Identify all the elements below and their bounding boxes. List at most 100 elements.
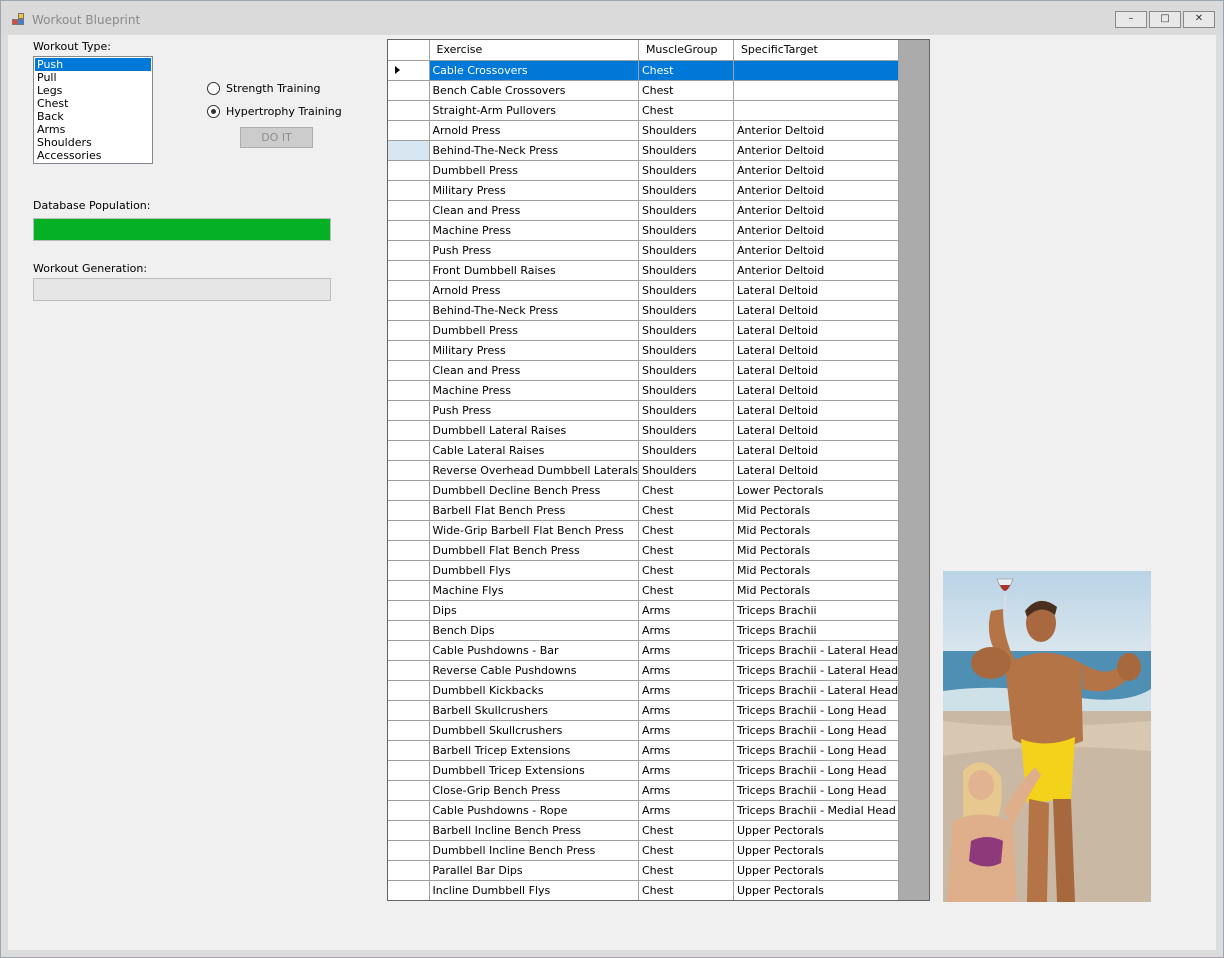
cell-specific-target[interactable]: Lateral Deltoid: [733, 280, 900, 301]
listbox-item[interactable]: Chest: [35, 97, 151, 110]
table-row[interactable]: Cable Pushdowns - Bar Arms Triceps Brachii…: [388, 640, 900, 661]
cell-specific-target[interactable]: Upper Pectorals: [733, 840, 900, 861]
cell-specific-target[interactable]: Anterior Deltoid: [733, 160, 900, 181]
table-row[interactable]: Military Press Shoulders Lateral Deltoid: [388, 340, 900, 361]
cell-specific-target[interactable]: Mid Pectorals: [733, 560, 900, 581]
row-header[interactable]: [388, 580, 430, 601]
row-header[interactable]: [388, 560, 430, 581]
row-header[interactable]: [388, 820, 430, 841]
cell-specific-target[interactable]: Mid Pectorals: [733, 540, 900, 561]
table-row[interactable]: Dumbbell Incline Bench Press Chest Upper P…: [388, 840, 900, 861]
cell-exercise[interactable]: Reverse Overhead Dumbbell Laterals: [429, 460, 639, 481]
hypertrophy-training-radio[interactable]: Hypertrophy Training: [207, 103, 342, 119]
row-header[interactable]: [388, 60, 430, 81]
cell-muscle-group[interactable]: Chest: [638, 520, 734, 541]
cell-specific-target[interactable]: Triceps Brachii - Long Head: [733, 700, 900, 721]
table-row[interactable]: Dumbbell Tricep Extensions Arms Triceps Br…: [388, 760, 900, 781]
table-row[interactable]: Cable Pushdowns - Rope Arms Triceps Brachi…: [388, 800, 900, 821]
row-header[interactable]: [388, 720, 430, 741]
cell-muscle-group[interactable]: Chest: [638, 80, 734, 101]
listbox-item[interactable]: Accessories: [35, 149, 151, 162]
listbox-item[interactable]: Back: [35, 110, 151, 123]
cell-exercise[interactable]: Bench Cable Crossovers: [429, 80, 639, 101]
cell-exercise[interactable]: Cable Pushdowns - Rope: [429, 800, 639, 821]
cell-specific-target[interactable]: Anterior Deltoid: [733, 260, 900, 281]
cell-exercise[interactable]: Parallel Bar Dips: [429, 860, 639, 881]
cell-muscle-group[interactable]: Shoulders: [638, 120, 734, 141]
cell-muscle-group[interactable]: Shoulders: [638, 400, 734, 421]
cell-specific-target[interactable]: Upper Pectorals: [733, 880, 900, 900]
cell-muscle-group[interactable]: Shoulders: [638, 320, 734, 341]
column-header-exercise[interactable]: Exercise: [429, 40, 639, 61]
cell-muscle-group[interactable]: Shoulders: [638, 180, 734, 201]
cell-exercise[interactable]: Arnold Press: [429, 280, 639, 301]
cell-specific-target[interactable]: Triceps Brachii - Lateral Head: [733, 680, 900, 701]
listbox-item[interactable]: Arms: [35, 123, 151, 136]
table-row[interactable]: Machine Press Shoulders Anterior Deltoid: [388, 220, 900, 241]
table-row[interactable]: Dumbbell Decline Bench Press Chest Lower P…: [388, 480, 900, 501]
cell-muscle-group[interactable]: Arms: [638, 740, 734, 761]
cell-muscle-group[interactable]: Chest: [638, 840, 734, 861]
grid-corner-header[interactable]: [388, 40, 430, 61]
table-row[interactable]: Bench Cable Crossovers Chest: [388, 80, 900, 101]
cell-specific-target[interactable]: Anterior Deltoid: [733, 240, 900, 261]
column-header-muscle-group[interactable]: MuscleGroup: [638, 40, 734, 61]
cell-muscle-group[interactable]: Arms: [638, 720, 734, 741]
cell-exercise[interactable]: Front Dumbbell Raises: [429, 260, 639, 281]
cell-specific-target[interactable]: Lateral Deltoid: [733, 320, 900, 341]
cell-muscle-group[interactable]: Shoulders: [638, 340, 734, 361]
row-header[interactable]: [388, 740, 430, 761]
column-header-specific-target[interactable]: SpecificTarget: [733, 40, 900, 61]
cell-muscle-group[interactable]: Shoulders: [638, 460, 734, 481]
cell-exercise[interactable]: Dumbbell Lateral Raises: [429, 420, 639, 441]
cell-muscle-group[interactable]: Shoulders: [638, 380, 734, 401]
row-header[interactable]: [388, 500, 430, 521]
row-header[interactable]: [388, 160, 430, 181]
row-header[interactable]: [388, 840, 430, 861]
row-header[interactable]: [388, 140, 430, 161]
listbox-item[interactable]: Pull: [35, 71, 151, 84]
table-row[interactable]: Behind-The-Neck Press Shoulders Lateral De…: [388, 300, 900, 321]
cell-specific-target[interactable]: [733, 80, 900, 101]
cell-exercise[interactable]: Push Press: [429, 240, 639, 261]
table-row[interactable]: Bench Dips Arms Triceps Brachii: [388, 620, 900, 641]
cell-specific-target[interactable]: Mid Pectorals: [733, 500, 900, 521]
table-row[interactable]: Dumbbell Press Shoulders Anterior Deltoid: [388, 160, 900, 181]
do-it-button[interactable]: DO IT: [240, 127, 313, 148]
cell-muscle-group[interactable]: Shoulders: [638, 360, 734, 381]
cell-specific-target[interactable]: [733, 100, 900, 121]
table-row[interactable]: Dumbbell Press Shoulders Lateral Deltoid: [388, 320, 900, 341]
cell-exercise[interactable]: Barbell Flat Bench Press: [429, 500, 639, 521]
cell-exercise[interactable]: Barbell Tricep Extensions: [429, 740, 639, 761]
cell-specific-target[interactable]: Triceps Brachii - Long Head: [733, 760, 900, 781]
cell-exercise[interactable]: Dumbbell Tricep Extensions: [429, 760, 639, 781]
radio-indicator[interactable]: [207, 104, 220, 118]
cell-exercise[interactable]: Cable Pushdowns - Bar: [429, 640, 639, 661]
row-header[interactable]: [388, 640, 430, 661]
cell-exercise[interactable]: Military Press: [429, 180, 639, 201]
listbox-item[interactable]: Legs: [35, 84, 151, 97]
cell-muscle-group[interactable]: Chest: [638, 480, 734, 501]
cell-specific-target[interactable]: Anterior Deltoid: [733, 220, 900, 241]
table-row[interactable]: Dumbbell Skullcrushers Arms Triceps Brachi…: [388, 720, 900, 741]
cell-exercise[interactable]: Straight-Arm Pullovers: [429, 100, 639, 121]
cell-muscle-group[interactable]: Chest: [638, 880, 734, 900]
cell-exercise[interactable]: Wide-Grip Barbell Flat Bench Press: [429, 520, 639, 541]
table-row[interactable]: Dumbbell Flys Chest Mid Pectorals: [388, 560, 900, 581]
table-row[interactable]: Cable Lateral Raises Shoulders Lateral Del…: [388, 440, 900, 461]
cell-specific-target[interactable]: Anterior Deltoid: [733, 180, 900, 201]
cell-specific-target[interactable]: Upper Pectorals: [733, 860, 900, 881]
cell-specific-target[interactable]: Triceps Brachii: [733, 600, 900, 621]
cell-specific-target[interactable]: [733, 60, 900, 81]
cell-muscle-group[interactable]: Shoulders: [638, 220, 734, 241]
cell-exercise[interactable]: Dumbbell Flat Bench Press: [429, 540, 639, 561]
row-header[interactable]: [388, 700, 430, 721]
cell-exercise[interactable]: Barbell Skullcrushers: [429, 700, 639, 721]
cell-specific-target[interactable]: Triceps Brachii - Long Head: [733, 740, 900, 761]
cell-exercise[interactable]: Dumbbell Incline Bench Press: [429, 840, 639, 861]
table-row[interactable]: Reverse Overhead Dumbbell Laterals Should…: [388, 460, 900, 481]
row-header[interactable]: [388, 120, 430, 141]
exercise-data-grid[interactable]: Exercise MuscleGroup SpecificTarget Cabl…: [387, 39, 930, 901]
row-header[interactable]: [388, 420, 430, 441]
row-header[interactable]: [388, 660, 430, 681]
